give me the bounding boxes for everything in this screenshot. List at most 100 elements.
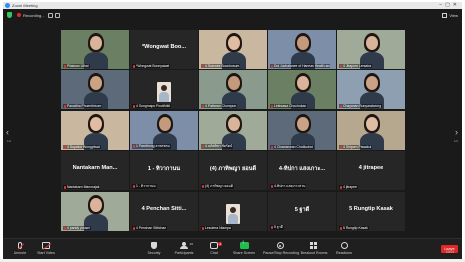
participant-name-label: Doi Juchalanee of Haneas Health and [270,64,330,68]
participant-name-text: Pilaiwan Uthai [67,64,89,68]
muted-mic-icon [202,184,204,188]
participant-name-text: Doi Juchalanee of Haneas Health and [274,64,330,68]
reactions-button[interactable]: Reactions [329,242,359,260]
participant-name-label: Nantakarn Manorajak [63,185,101,189]
muted-mic-icon [340,64,342,68]
participant-tile[interactable]: 4 Sungmapo Poutthikit [130,70,198,109]
title-bar: Zoom Meeting –▢✕ [3,2,462,9]
window-title: Zoom Meeting [12,3,38,8]
participant-tile[interactable]: 4 pandy yoosei [61,192,129,231]
participant-name-text: 4 Chawanwan Chotikulrat [274,145,313,149]
grid-view-icon [442,12,448,18]
participant-name-text: Nantakarn Manorajak [67,185,100,189]
participant-tile[interactable]: 4 jitrapee 4 jitrapee [337,151,405,190]
muted-mic-icon [202,104,204,108]
participant-tile[interactable]: Lintiwasa Chochokan [268,70,336,109]
participant-name-text: 4 ลภัสพิชา ชัยรัตน์ [205,144,233,148]
participant-tile[interactable]: 4 Penchan Sitti... 4 Penchan Sittichan [130,192,198,231]
muted-mic-icon [64,64,66,68]
participant-tile[interactable]: (4) ภาทิพญา ยอนดิ์ (4) ภาทิพญา ยอนดิ์ [199,151,267,190]
record-dot-icon [17,13,21,17]
camera-off-icon [42,242,50,249]
muted-mic-icon [340,226,342,230]
participants-button[interactable]: 26 Participants [169,242,199,260]
pause-recording-icon[interactable] [47,12,53,18]
smiley-icon [340,242,348,249]
pause-stop-recording-button[interactable]: Pause/Stop Recording [263,242,299,260]
page-indicator-left: 1/2 [7,139,12,143]
participant-tile[interactable]: 5 ฐาดี 5 ฐาดี [268,192,336,231]
participant-name-text: *Wongwat Boonyawat [136,64,170,68]
participant-tile[interactable]: Pilaiwan Uthai [61,30,129,69]
microphone-muted-icon [18,242,22,249]
breakout-rooms-button[interactable]: Breakout Rooms [299,242,329,260]
encryption-shield-icon[interactable] [7,12,12,18]
participant-tile[interactable]: 1 Parnthong ลาพรพรม [130,111,198,150]
participant-tile[interactable]: 4 Supalux Wongpiwat [61,111,129,150]
participant-name-label: Chayanan Bunyaratwong [339,104,383,108]
participant-tile[interactable]: 4 Pattaran Chumpun [199,70,267,109]
participant-tile[interactable]: 4 Sutonee Boonkosum [199,30,267,69]
participant-name-text: 4 pandy yoosei [67,226,90,230]
breakout-rooms-label: Breakout Rooms [300,251,328,255]
participant-name-text: 4 Penchan Sittichan [136,226,167,230]
window-controls[interactable]: –▢✕ [439,2,460,9]
muted-mic-icon [271,184,273,188]
start-video-button[interactable]: Start Video [31,242,61,260]
muted-mic-icon [271,64,273,68]
participant-name-text: 5 Rungtip Kasak [343,226,368,230]
participant-tile[interactable]: Doi Juchalanee of Haneas Health and [268,30,336,69]
muted-mic-icon [340,145,342,149]
muted-mic-icon [64,226,66,230]
participant-tile[interactable]: 5 Rungtip Kasak 5 Rungtip Kasak [337,192,405,231]
previous-page-arrow-icon[interactable]: ‹ [6,127,9,137]
chat-icon: 2 [210,242,222,249]
view-button[interactable]: View [442,11,458,19]
participant-display-name: 4 jitrapee [358,165,384,171]
participant-display-name: 4 Penchan Sitti... [141,206,187,212]
participant-tile[interactable]: Panattha Phuenthisom [61,70,129,109]
participant-name-text: 1 - ทิวากานน [136,184,156,188]
participant-tile[interactable]: 4 Jitaporn Lersaba [337,30,405,69]
participant-name-label: (4) ภาทิพญา ยอนดิ์ [201,184,234,189]
muted-mic-icon [271,104,273,108]
muted-mic-icon [202,144,204,148]
muted-mic-icon [133,144,135,148]
participant-tile[interactable]: Chayanan Bunyaratwong [337,70,405,109]
start-video-label: Start Video [37,251,55,255]
chat-button[interactable]: 2 Chat [199,242,229,260]
participant-tile[interactable]: 4 Chawanwan Chotikulrat [268,111,336,150]
participant-name-text: 4 Sutonee Boonkosum [205,64,240,68]
next-page-arrow-icon[interactable]: › [455,127,458,137]
page-indicator-right: 1/2 [453,139,458,143]
participant-tile[interactable]: 1 - ทิวากานน 1 - ทิวากานน [130,151,198,190]
clock: 10:01 [446,250,454,254]
muted-mic-icon [202,64,204,68]
participant-tile[interactable]: Nantakarn Man... Nantakarn Manorajak [61,151,129,190]
view-label: View [449,12,458,18]
security-label: Security [147,251,161,255]
participant-name-label: 1 - ทิวากานน [132,184,157,189]
record-icon [276,242,284,249]
participant-name-text: 4-ทิปกา แสงเกาะสวน [274,184,306,188]
stop-recording-icon[interactable] [54,12,60,18]
participant-name-text: (4) ภาทิพญา ยอนดิ์ [205,184,233,188]
participant-name-label: *Wongwat Boonyawat [132,64,171,68]
breakout-rooms-icon [310,242,318,249]
participant-name-label: 1 Parnthong ลาพรพรม [132,144,171,149]
participant-tile[interactable]: 4 Siriporn Pawakul [337,111,405,150]
participant-name-label: Lintiwasa Chochokan [270,104,308,108]
share-screen-button[interactable]: Share Screen [229,240,259,260]
participant-tile[interactable]: *Wongwat Boo... *Wongwat Boonyawat [130,30,198,69]
reactions-label: Reactions [336,251,352,255]
participant-name-label: 4 Supalux Wongpiwat [63,145,101,149]
muted-mic-icon [64,104,66,108]
participant-display-name: 1 - ทิวากานน [147,166,181,172]
meeting-toolbar: Unmute Start Video Security 26 Participa… [3,238,462,260]
participant-name-label: Panattha Phuenthisom [63,104,103,108]
security-button[interactable]: Security [139,242,169,260]
participant-name-text: Panattha Phuenthisom [67,104,102,108]
participant-tile[interactable]: 4 ลภัสพิชา ชัยรัตน์ [199,111,267,150]
participant-tile[interactable]: 4-ทิปกา แสงเกาะ... 4-ทิปกา แสงเกาะสวน [268,151,336,190]
participant-tile[interactable]: Lesotera Niampa [199,192,267,231]
